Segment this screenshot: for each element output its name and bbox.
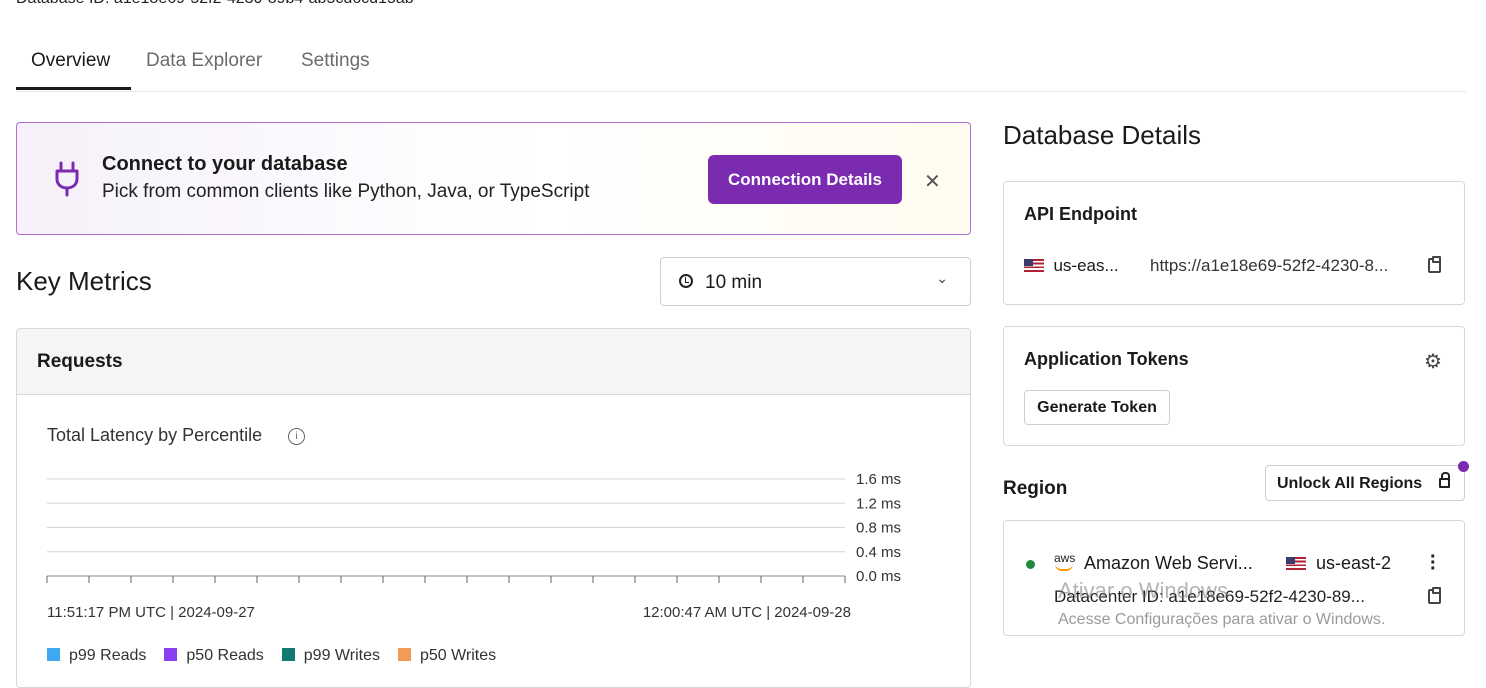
chart-y-ticks: 1.6 ms 1.2 ms 0.8 ms 0.4 ms 0.0 ms bbox=[856, 471, 901, 585]
generate-token-button[interactable]: Generate Token bbox=[1024, 390, 1170, 425]
status-dot bbox=[1026, 560, 1035, 569]
y-tick-label: 0.8 ms bbox=[856, 520, 901, 537]
legend-swatch bbox=[397, 648, 411, 661]
chart-title: Total Latency by Percentile bbox=[47, 425, 263, 445]
info-icon[interactable]: i bbox=[288, 428, 305, 445]
chart-x-ticks bbox=[46, 576, 846, 583]
tab-settings[interactable]: Settings bbox=[301, 50, 370, 72]
copy-icon[interactable] bbox=[1428, 587, 1441, 604]
connection-details-button[interactable]: Connection Details bbox=[708, 155, 902, 204]
tab-overview[interactable]: Overview bbox=[31, 50, 110, 72]
lock-icon bbox=[1439, 472, 1450, 488]
application-tokens-title: Application Tokens bbox=[1024, 349, 1189, 369]
connect-banner: Connect to your database Pick from commo… bbox=[16, 122, 971, 235]
region-name: us-east-2 bbox=[1286, 553, 1391, 574]
provider-name: Amazon Web Servi... bbox=[1084, 553, 1253, 573]
gear-icon[interactable]: ⚙ bbox=[1424, 349, 1442, 374]
legend-item[interactable]: p50 Writes bbox=[397, 647, 496, 665]
us-flag-icon bbox=[1024, 259, 1044, 272]
legend-swatch bbox=[164, 648, 178, 661]
y-tick-label: 1.2 ms bbox=[856, 495, 901, 512]
chevron-down-icon: ⌄ bbox=[936, 270, 948, 286]
application-tokens-panel: Application Tokens ⚙ Generate Token bbox=[1003, 326, 1465, 446]
windows-activation-watermark: Ativar o Windows bbox=[1058, 578, 1228, 603]
aws-logo-icon: aws bbox=[1054, 551, 1076, 571]
x-start-label: 11:51:17 PM UTC | 2024-09-27 bbox=[47, 604, 255, 621]
windows-activation-subtext: Acesse Configurações para ativar o Windo… bbox=[1058, 611, 1386, 628]
api-endpoint-url[interactable]: https://a1e18e69-52f2-4230-8... bbox=[1150, 256, 1388, 276]
plug-icon bbox=[55, 161, 79, 197]
us-flag-icon bbox=[1286, 557, 1306, 570]
copy-icon[interactable] bbox=[1428, 256, 1441, 273]
y-tick-label: 0.0 ms bbox=[856, 568, 901, 585]
legend-swatch bbox=[47, 648, 60, 661]
notification-dot bbox=[1458, 461, 1469, 472]
region-heading: Region bbox=[1003, 478, 1068, 499]
latency-chart: 1.6 ms 1.2 ms 0.8 ms 0.4 ms 0.0 ms 11:51:17 … bbox=[46, 471, 901, 621]
close-icon[interactable]: ✕ bbox=[924, 169, 941, 194]
tab-data-explorer[interactable]: Data Explorer bbox=[146, 50, 262, 72]
unlock-label: Unlock All Regions bbox=[1277, 475, 1423, 492]
chart-grid bbox=[47, 478, 845, 577]
database-id-text: Database ID: a1e18e69-52f2-4230-89b4-ab5… bbox=[16, 0, 414, 8]
legend-item[interactable]: p50 Reads bbox=[164, 647, 264, 665]
legend-item[interactable]: p99 Writes bbox=[281, 647, 380, 665]
legend-swatch bbox=[281, 648, 295, 661]
tab-bar: Overview Data Explorer Settings bbox=[16, 36, 1466, 92]
time-range-value: 10 min bbox=[705, 272, 763, 293]
api-endpoint-title: API Endpoint bbox=[1024, 204, 1137, 224]
banner-subtitle: Pick from common clients like Python, Ja… bbox=[102, 181, 590, 202]
y-tick-label: 0.4 ms bbox=[856, 544, 901, 561]
active-tab-indicator bbox=[16, 87, 131, 90]
time-range-select[interactable]: 10 min ⌄ bbox=[660, 257, 971, 306]
more-options-icon[interactable]: · · · bbox=[1430, 547, 1437, 579]
requests-card-header: Requests bbox=[17, 329, 970, 395]
legend-item[interactable]: p99 Reads bbox=[47, 647, 146, 665]
requests-card: Requests Total Latency by Percentile i 1… bbox=[16, 328, 971, 688]
api-endpoint-panel: API Endpoint us-eas... https://a1e18e69-… bbox=[1003, 181, 1465, 305]
banner-title: Connect to your database bbox=[102, 153, 348, 175]
requests-title: Requests bbox=[37, 351, 123, 372]
clock-icon bbox=[679, 274, 693, 288]
chart-legend: p99 Reads p50 Reads p99 Writes p50 Write… bbox=[47, 647, 496, 665]
x-end-label: 12:00:47 AM UTC | 2024-09-28 bbox=[643, 604, 851, 621]
unlock-all-regions-button[interactable]: Unlock All Regions bbox=[1265, 465, 1465, 501]
api-region: us-eas... bbox=[1024, 256, 1119, 276]
key-metrics-heading: Key Metrics bbox=[16, 266, 152, 296]
y-tick-label: 1.6 ms bbox=[856, 471, 901, 488]
database-details-heading: Database Details bbox=[1003, 120, 1201, 150]
